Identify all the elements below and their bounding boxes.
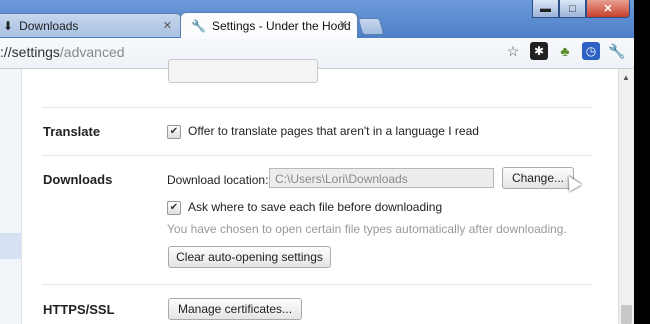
wrench-icon: 🔧	[191, 18, 206, 33]
tab-settings[interactable]: 🔧 Settings - Under the Hood ✕	[180, 12, 358, 38]
settings-sidebar	[0, 69, 22, 324]
download-location-field[interactable]: C:\Users\Lori\Downloads	[269, 168, 494, 188]
minimize-button[interactable]: ▬	[532, 0, 559, 18]
extension-clock-icon[interactable]: ◷	[582, 42, 600, 60]
sidebar-item-under-the-hood[interactable]	[0, 233, 21, 259]
url-host: settings	[11, 44, 60, 60]
close-tab-icon[interactable]: ✕	[339, 18, 348, 31]
divider	[42, 284, 592, 285]
clear-auto-opening-button[interactable]: Clear auto-opening settings	[168, 246, 331, 268]
settings-page: Translate ✔ Offer to translate pages tha…	[0, 59, 618, 324]
tab-label: Settings - Under the Hood	[211, 18, 351, 33]
bookmark-star-icon[interactable]: ☆	[504, 42, 522, 60]
browser-window: ⬇ Downloads ✕ 🔧 Settings - Under the Hoo…	[0, 0, 634, 324]
manage-certificates-button[interactable]: Manage certificates...	[168, 298, 302, 320]
previous-section-button[interactable]	[168, 59, 318, 83]
divider	[42, 155, 592, 156]
ask-save-label[interactable]: Ask where to save each file before downl…	[188, 200, 442, 214]
downloads-heading: Downloads	[43, 172, 113, 187]
tab-downloads[interactable]: ⬇ Downloads ✕	[0, 13, 182, 37]
close-tab-icon[interactable]: ✕	[163, 19, 172, 32]
new-tab-button[interactable]	[357, 18, 385, 35]
vertical-scrollbar[interactable]: ▲	[618, 69, 634, 324]
close-button[interactable]: ✕	[586, 0, 630, 18]
scroll-up-icon[interactable]: ▲	[622, 73, 630, 82]
scrollbar-thumb[interactable]	[621, 305, 632, 324]
translate-checkbox-label[interactable]: Offer to translate pages that aren't in …	[188, 124, 479, 138]
url-scheme: ://	[0, 44, 12, 60]
toolbar-icons: ☆ ✱ ♣ ◷ 🔧	[504, 42, 626, 60]
title-bar: ⬇ Downloads ✕ 🔧 Settings - Under the Hoo…	[0, 0, 634, 38]
https-ssl-heading: HTTPS/SSL	[43, 302, 115, 317]
address-bar[interactable]: ://settings/advanced	[0, 44, 125, 60]
tab-label: Downloads	[19, 18, 79, 33]
window-controls: ▬ □ ✕	[532, 0, 630, 18]
download-location-label: Download location:	[167, 173, 269, 187]
auto-open-note: You have chosen to open certain file typ…	[167, 222, 567, 236]
translate-heading: Translate	[43, 124, 101, 139]
divider	[42, 107, 592, 108]
download-icon: ⬇	[3, 18, 14, 33]
translate-checkbox[interactable]: ✔	[167, 125, 181, 139]
maximize-button[interactable]: □	[559, 0, 586, 18]
ask-save-checkbox[interactable]: ✔	[167, 201, 181, 215]
extension-asterisk-icon[interactable]: ✱	[530, 42, 548, 60]
wrench-menu-icon[interactable]: 🔧	[608, 42, 626, 60]
url-path: /advanced	[59, 44, 125, 60]
extension-bowl-icon[interactable]: ♣	[556, 42, 574, 60]
